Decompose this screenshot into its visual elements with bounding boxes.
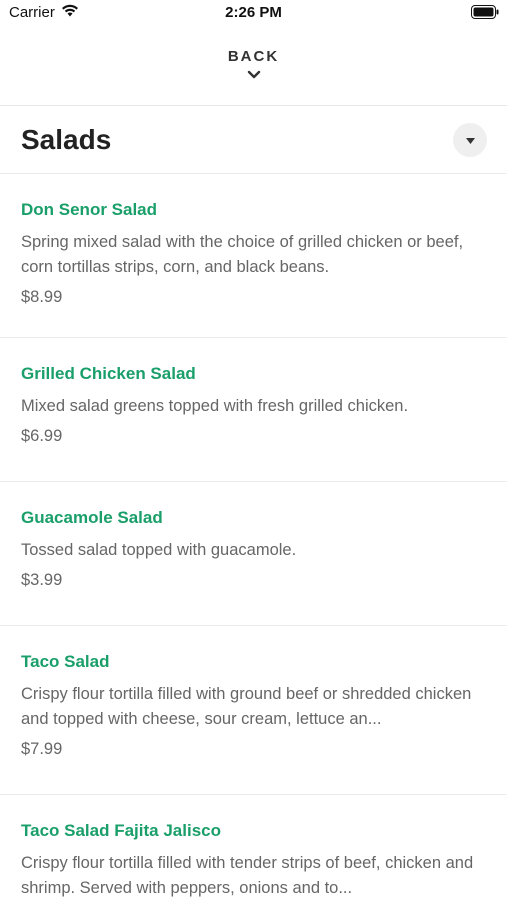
menu-item-price: $7.99 [21, 740, 63, 758]
menu-item-description: Mixed salad greens topped with fresh gri… [21, 397, 409, 415]
menu-item-name: Taco Salad [21, 652, 110, 671]
menu-item[interactable]: Don Senor Salad Spring mixed salad with … [0, 174, 507, 338]
menu-item-name: Taco Salad Fajita Jalisco [21, 821, 221, 840]
menu-item-description: Tossed salad topped with guacamole. [21, 541, 297, 559]
menu-item-price: $3.99 [21, 571, 63, 589]
menu-item-description: Spring mixed salad with the choice of gr… [21, 233, 464, 276]
menu-item[interactable]: Taco Salad Fajita Jalisco Crispy flour t… [0, 795, 507, 900]
menu-item-price: $6.99 [21, 427, 63, 445]
battery-icon [471, 5, 499, 23]
menu-item-name: Grilled Chicken Salad [21, 364, 196, 383]
chevron-down-icon [247, 67, 261, 85]
menu-item-description: Crispy flour tortilla filled with ground… [21, 685, 472, 728]
status-bar: Carrier 2:26 PM [0, 0, 507, 30]
menu-item[interactable]: Guacamole Salad Tossed salad topped with… [0, 482, 507, 626]
section-header: Salads [0, 106, 507, 174]
section-title: Salads [21, 124, 112, 155]
back-button[interactable]: BACK [0, 30, 507, 106]
back-label: BACK [227, 48, 280, 65]
menu-item-name: Don Senor Salad [21, 200, 158, 219]
category-dropdown-button[interactable] [453, 123, 487, 157]
menu-item[interactable]: Grilled Chicken Salad Mixed salad greens… [0, 338, 507, 482]
menu-item[interactable]: Taco Salad Crispy flour tortilla filled … [0, 626, 507, 795]
menu-item-name: Guacamole Salad [21, 508, 163, 527]
menu-item-description: Crispy flour tortilla filled with tender… [21, 854, 474, 897]
menu-item-price: $8.99 [21, 288, 63, 306]
status-time: 2:26 PM [225, 4, 282, 21]
caret-down-icon [465, 131, 475, 149]
menu-item-list: Don Senor Salad Spring mixed salad with … [0, 174, 507, 900]
